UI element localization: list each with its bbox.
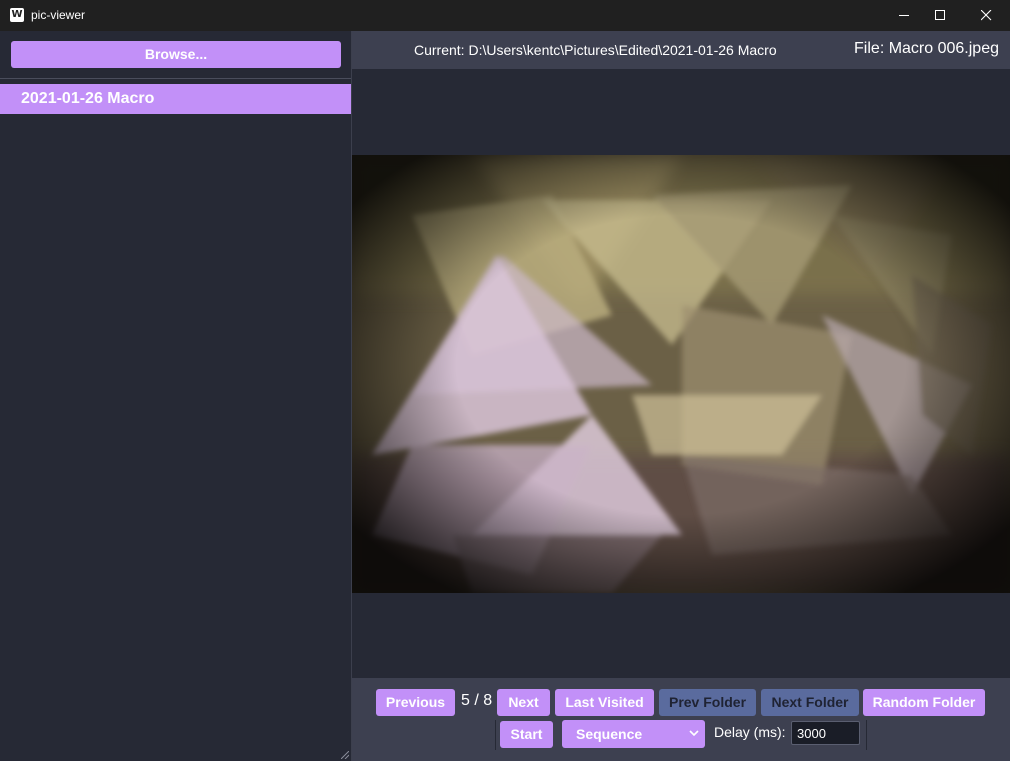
viewer-panel: Current: D:\Users\kentc\Pictures\Edited\…: [352, 31, 1010, 761]
file-name: File: Macro 006.jpeg: [854, 40, 999, 57]
slideshow-mode-value: Sequence: [576, 726, 643, 742]
resize-grip-icon[interactable]: [341, 751, 349, 759]
previous-button[interactable]: Previous: [376, 689, 455, 716]
image-display: [352, 155, 1010, 593]
close-icon: [981, 10, 992, 21]
window-title: pic-viewer: [31, 8, 86, 22]
next-folder-button[interactable]: Next Folder: [761, 689, 859, 716]
path-bar: Current: D:\Users\kentc\Pictures\Edited\…: [352, 31, 1010, 69]
prev-folder-button[interactable]: Prev Folder: [659, 689, 756, 716]
title-bar[interactable]: W pic-viewer: [0, 0, 1010, 31]
image-counter: 5 / 8: [461, 692, 493, 709]
slideshow-mode-select[interactable]: Sequence: [562, 720, 705, 748]
delay-input[interactable]: 3000: [791, 721, 860, 745]
next-button[interactable]: Next: [497, 689, 550, 716]
macro-photo: [352, 155, 1010, 593]
minimize-icon: [899, 15, 909, 16]
close-button[interactable]: [963, 0, 1009, 31]
folder-item-selected[interactable]: 2021-01-26 Macro: [0, 84, 351, 114]
delay-label: Delay (ms):: [714, 724, 786, 740]
folder-list: 2021-01-26 Macro: [0, 84, 351, 114]
navigation-controls: Previous 5 / 8 Next Last Visited Prev Fo…: [352, 678, 1010, 761]
app-window: W pic-viewer Browse... 2021-01-26 Macro …: [0, 0, 1010, 761]
chevron-down-icon: [689, 730, 699, 737]
current-path: Current: D:\Users\kentc\Pictures\Edited\…: [414, 42, 777, 58]
maximize-button[interactable]: [917, 0, 963, 31]
browse-button[interactable]: Browse...: [11, 41, 341, 68]
sidebar-divider: [0, 78, 351, 79]
start-slideshow-button[interactable]: Start: [500, 721, 553, 748]
controls-divider: [495, 720, 496, 750]
random-folder-button[interactable]: Random Folder: [863, 689, 985, 716]
folder-sidebar: Browse... 2021-01-26 Macro: [0, 31, 352, 761]
controls-divider-end: [866, 720, 867, 750]
app-icon: W: [10, 8, 24, 22]
last-visited-button[interactable]: Last Visited: [555, 689, 654, 716]
maximize-icon: [935, 10, 945, 20]
